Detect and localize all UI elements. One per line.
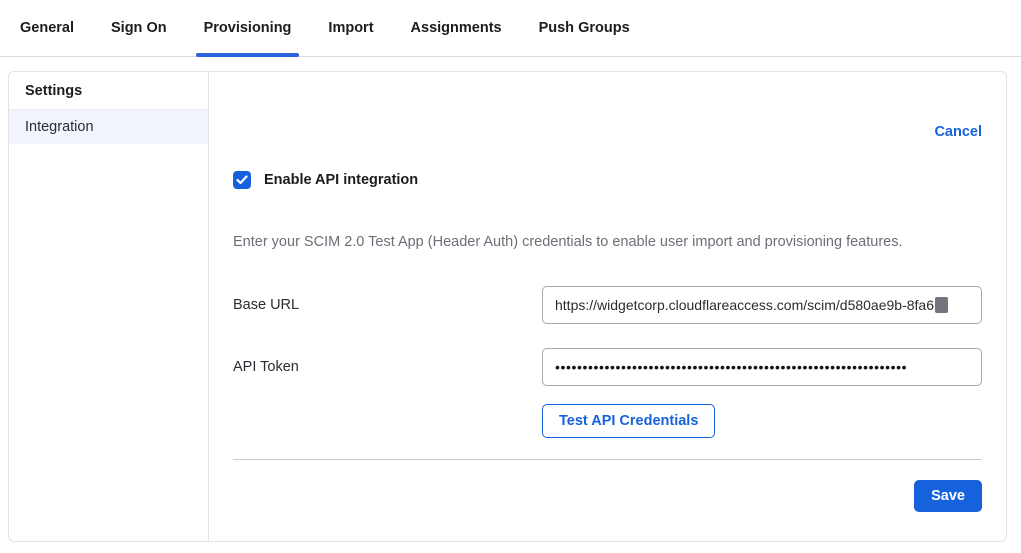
api-token-label: API Token <box>233 359 299 375</box>
cancel-row: Cancel <box>233 72 982 140</box>
cancel-link[interactable]: Cancel <box>934 124 982 140</box>
tab-general[interactable]: General <box>20 0 74 56</box>
provisioning-card: Settings Integration Cancel Enable API i… <box>8 71 1007 542</box>
api-token-row: API Token ••••••••••••••••••••••••••••••… <box>233 348 982 386</box>
tab-push-groups[interactable]: Push Groups <box>539 0 630 56</box>
save-row: Save <box>233 480 982 512</box>
api-token-value: ••••••••••••••••••••••••••••••••••••••••… <box>555 359 907 375</box>
test-api-credentials-button[interactable]: Test API Credentials <box>542 404 715 438</box>
tab-sign-on[interactable]: Sign On <box>111 0 167 56</box>
test-button-wrap: Test API Credentials <box>542 404 982 438</box>
tab-provisioning[interactable]: Provisioning <box>204 0 292 56</box>
tab-import[interactable]: Import <box>328 0 373 56</box>
base-url-row: Base URL https://widgetcorp.cloudflareac… <box>233 286 982 324</box>
api-token-input[interactable]: ••••••••••••••••••••••••••••••••••••••••… <box>542 348 982 386</box>
footer-divider <box>233 459 982 460</box>
sidebar-item-integration[interactable]: Integration <box>9 110 208 144</box>
checkmark-icon <box>236 175 248 185</box>
settings-sidebar: Settings Integration <box>9 72 209 541</box>
base-url-label: Base URL <box>233 297 299 313</box>
base-url-input[interactable]: https://widgetcorp.cloudflareaccess.com/… <box>542 286 982 324</box>
text-cursor-selection <box>935 297 948 313</box>
enable-api-row: Enable API integration <box>233 171 982 189</box>
credentials-description: Enter your SCIM 2.0 Test App (Header Aut… <box>233 234 982 250</box>
test-credentials-row: Test API Credentials <box>233 404 982 438</box>
tab-assignments[interactable]: Assignments <box>411 0 502 56</box>
enable-api-checkbox[interactable] <box>233 171 251 189</box>
base-url-value: https://widgetcorp.cloudflareaccess.com/… <box>555 297 934 313</box>
enable-api-label: Enable API integration <box>264 172 418 188</box>
sidebar-header: Settings <box>9 72 208 110</box>
integration-panel: Cancel Enable API integration Enter your… <box>209 72 1006 541</box>
save-button[interactable]: Save <box>914 480 982 512</box>
app-tabbar: General Sign On Provisioning Import Assi… <box>0 0 1021 57</box>
